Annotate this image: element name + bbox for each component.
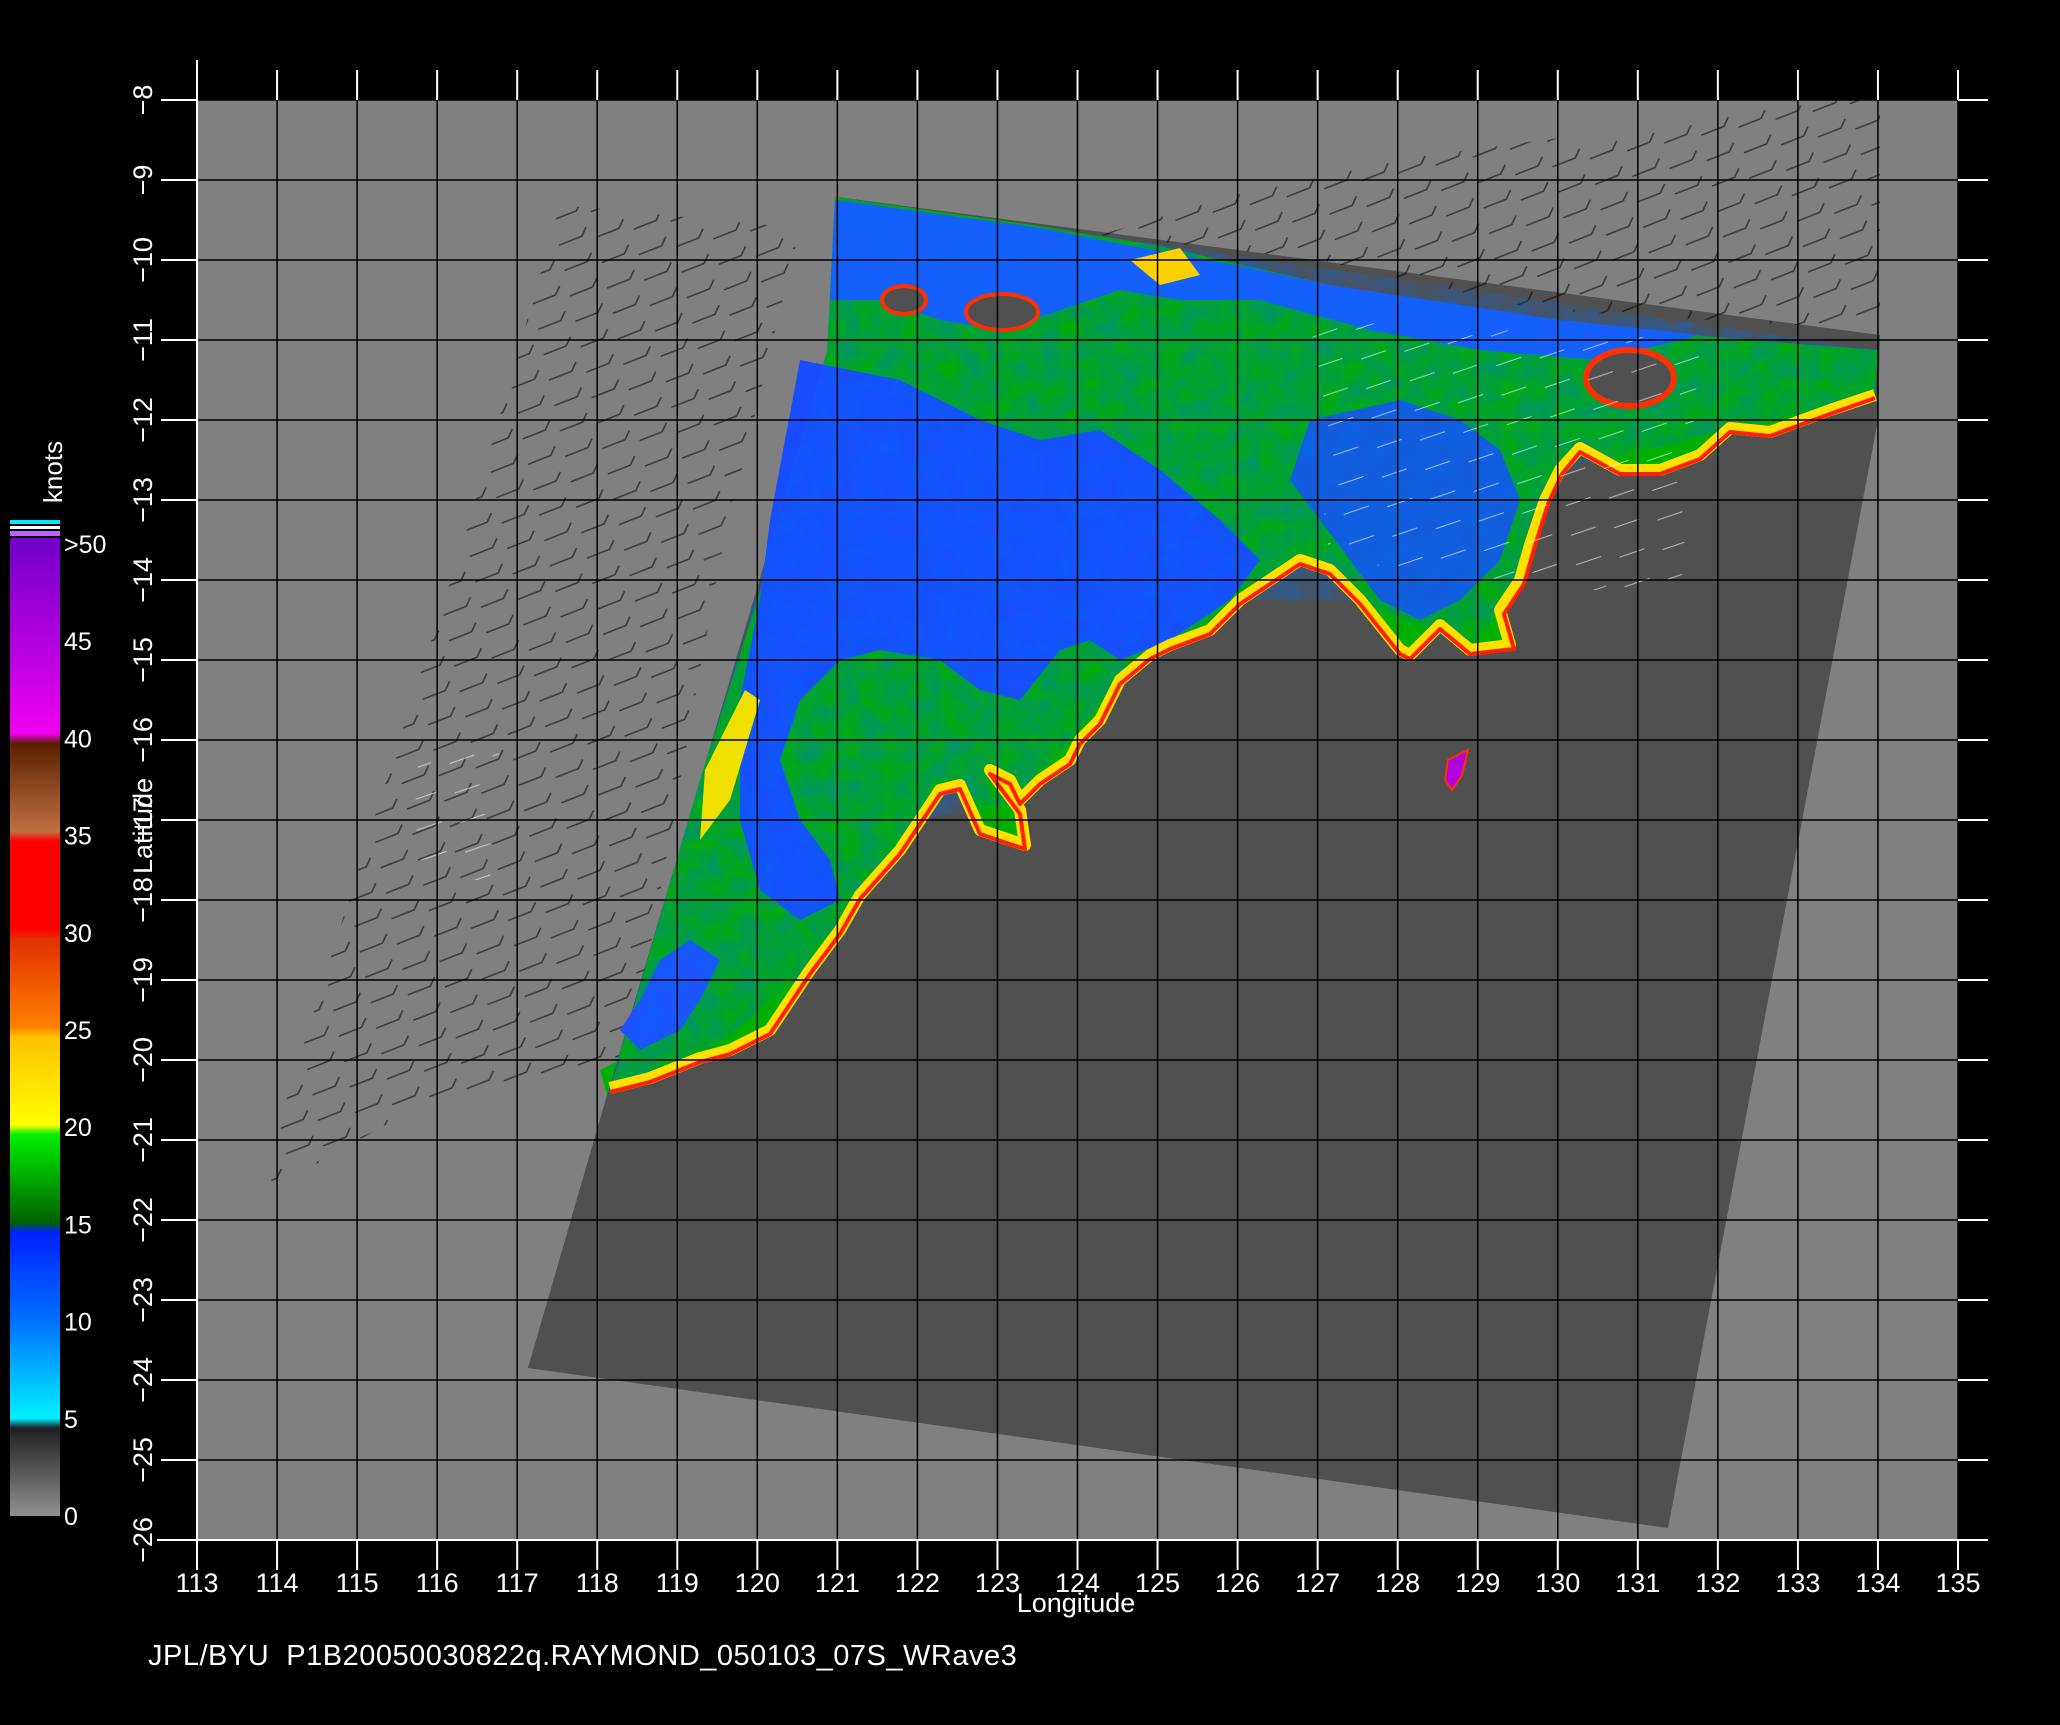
- legend-label: 20: [64, 1114, 92, 1142]
- x-tick-label: 127: [1295, 1568, 1340, 1598]
- y-tick-label: −23: [128, 1277, 158, 1323]
- x-tick-label: 116: [416, 1568, 459, 1598]
- y-tick-label: −10: [128, 237, 158, 283]
- y-axis-title: Latitude: [128, 778, 158, 874]
- footer-caption: JPL/BYU P1B20050030822q.RAYMOND_050103_0…: [148, 1640, 1018, 1672]
- x-tick-label: 132: [1695, 1568, 1740, 1598]
- y-tick-label: −20: [128, 1037, 158, 1083]
- legend-label: 0: [64, 1503, 78, 1531]
- wind-barbs-white: [1300, 320, 1700, 600]
- legend-label: 40: [64, 725, 92, 753]
- y-tick-label: −15: [128, 637, 158, 683]
- x-tick-label: 130: [1535, 1568, 1580, 1598]
- x-tick-label: 121: [815, 1568, 860, 1598]
- x-tick-label: 133: [1775, 1568, 1820, 1598]
- x-tick-label: 114: [256, 1568, 299, 1598]
- y-tick-label: −8: [128, 85, 158, 116]
- wind-map-figure: 113 114 115 116 117 118 119 120 121 122 123 124 125 1…: [0, 0, 2060, 1720]
- legend-title: knots: [38, 441, 68, 503]
- x-tick-label: 131: [1615, 1568, 1660, 1598]
- legend-label: 10: [64, 1309, 92, 1337]
- legend-color-bar: [10, 538, 60, 1516]
- y-tick-label: −21: [128, 1117, 158, 1163]
- x-tick-label: 118: [576, 1568, 619, 1598]
- legend-label: >50: [64, 531, 106, 559]
- x-tick-label: 125: [1135, 1568, 1180, 1598]
- y-tick-label: −26: [128, 1517, 158, 1563]
- lake-1: [964, 292, 1040, 332]
- y-tick-label: −11: [128, 318, 158, 362]
- legend-label: 30: [64, 920, 92, 948]
- lake-2: [880, 284, 928, 316]
- wind-barbs-white-sw: [410, 740, 500, 880]
- x-tick-label: 128: [1375, 1568, 1420, 1598]
- y-tick-label: −14: [128, 557, 158, 603]
- y-tick-label: −9: [128, 165, 158, 196]
- legend-top-line-purple: [10, 531, 60, 536]
- legend-top-line-cyan: [10, 520, 60, 524]
- x-tick-label: 126: [1215, 1568, 1260, 1598]
- legend-label: 25: [64, 1017, 92, 1045]
- map-canvas: 113 114 115 116 117 118 119 120 121 122 123 124 125 1…: [10, 60, 1988, 1618]
- x-tick-label: 129: [1455, 1568, 1500, 1598]
- y-tick-label: −22: [128, 1197, 158, 1243]
- y-tick-label: −19: [128, 957, 158, 1003]
- x-tick-label: 120: [735, 1568, 780, 1598]
- y-tick-label: −25: [128, 1437, 158, 1483]
- legend-labels: >50 45 40 35 30 25 20 15 10 5 0: [64, 531, 106, 1531]
- legend-label: 35: [64, 823, 92, 851]
- x-tick-label: 113: [175, 1568, 218, 1598]
- legend-label: 45: [64, 628, 92, 656]
- color-legend: knots >50 45 40 35 30 25 20 15 10 5 0: [10, 441, 106, 1531]
- y-tick-label: −13: [128, 477, 158, 523]
- y-tick-label: −12: [128, 397, 158, 443]
- y-tick-label: −16: [128, 717, 158, 763]
- x-tick-label: 123: [975, 1568, 1020, 1598]
- y-tick-label: −18: [128, 877, 158, 923]
- x-tick-label: 135: [1935, 1568, 1980, 1598]
- x-tick-label: 134: [1855, 1568, 1900, 1598]
- x-tick-label: 117: [496, 1568, 539, 1598]
- x-tick-label: 119: [656, 1568, 699, 1598]
- x-axis-title: Longitude: [1017, 1588, 1136, 1618]
- y-tick-label: −24: [128, 1357, 158, 1403]
- legend-top-line-white: [10, 526, 60, 529]
- x-tick-label: 115: [336, 1568, 379, 1598]
- x-tick-label: 122: [895, 1568, 940, 1598]
- legend-label: 5: [64, 1406, 78, 1434]
- legend-label: 15: [64, 1211, 92, 1239]
